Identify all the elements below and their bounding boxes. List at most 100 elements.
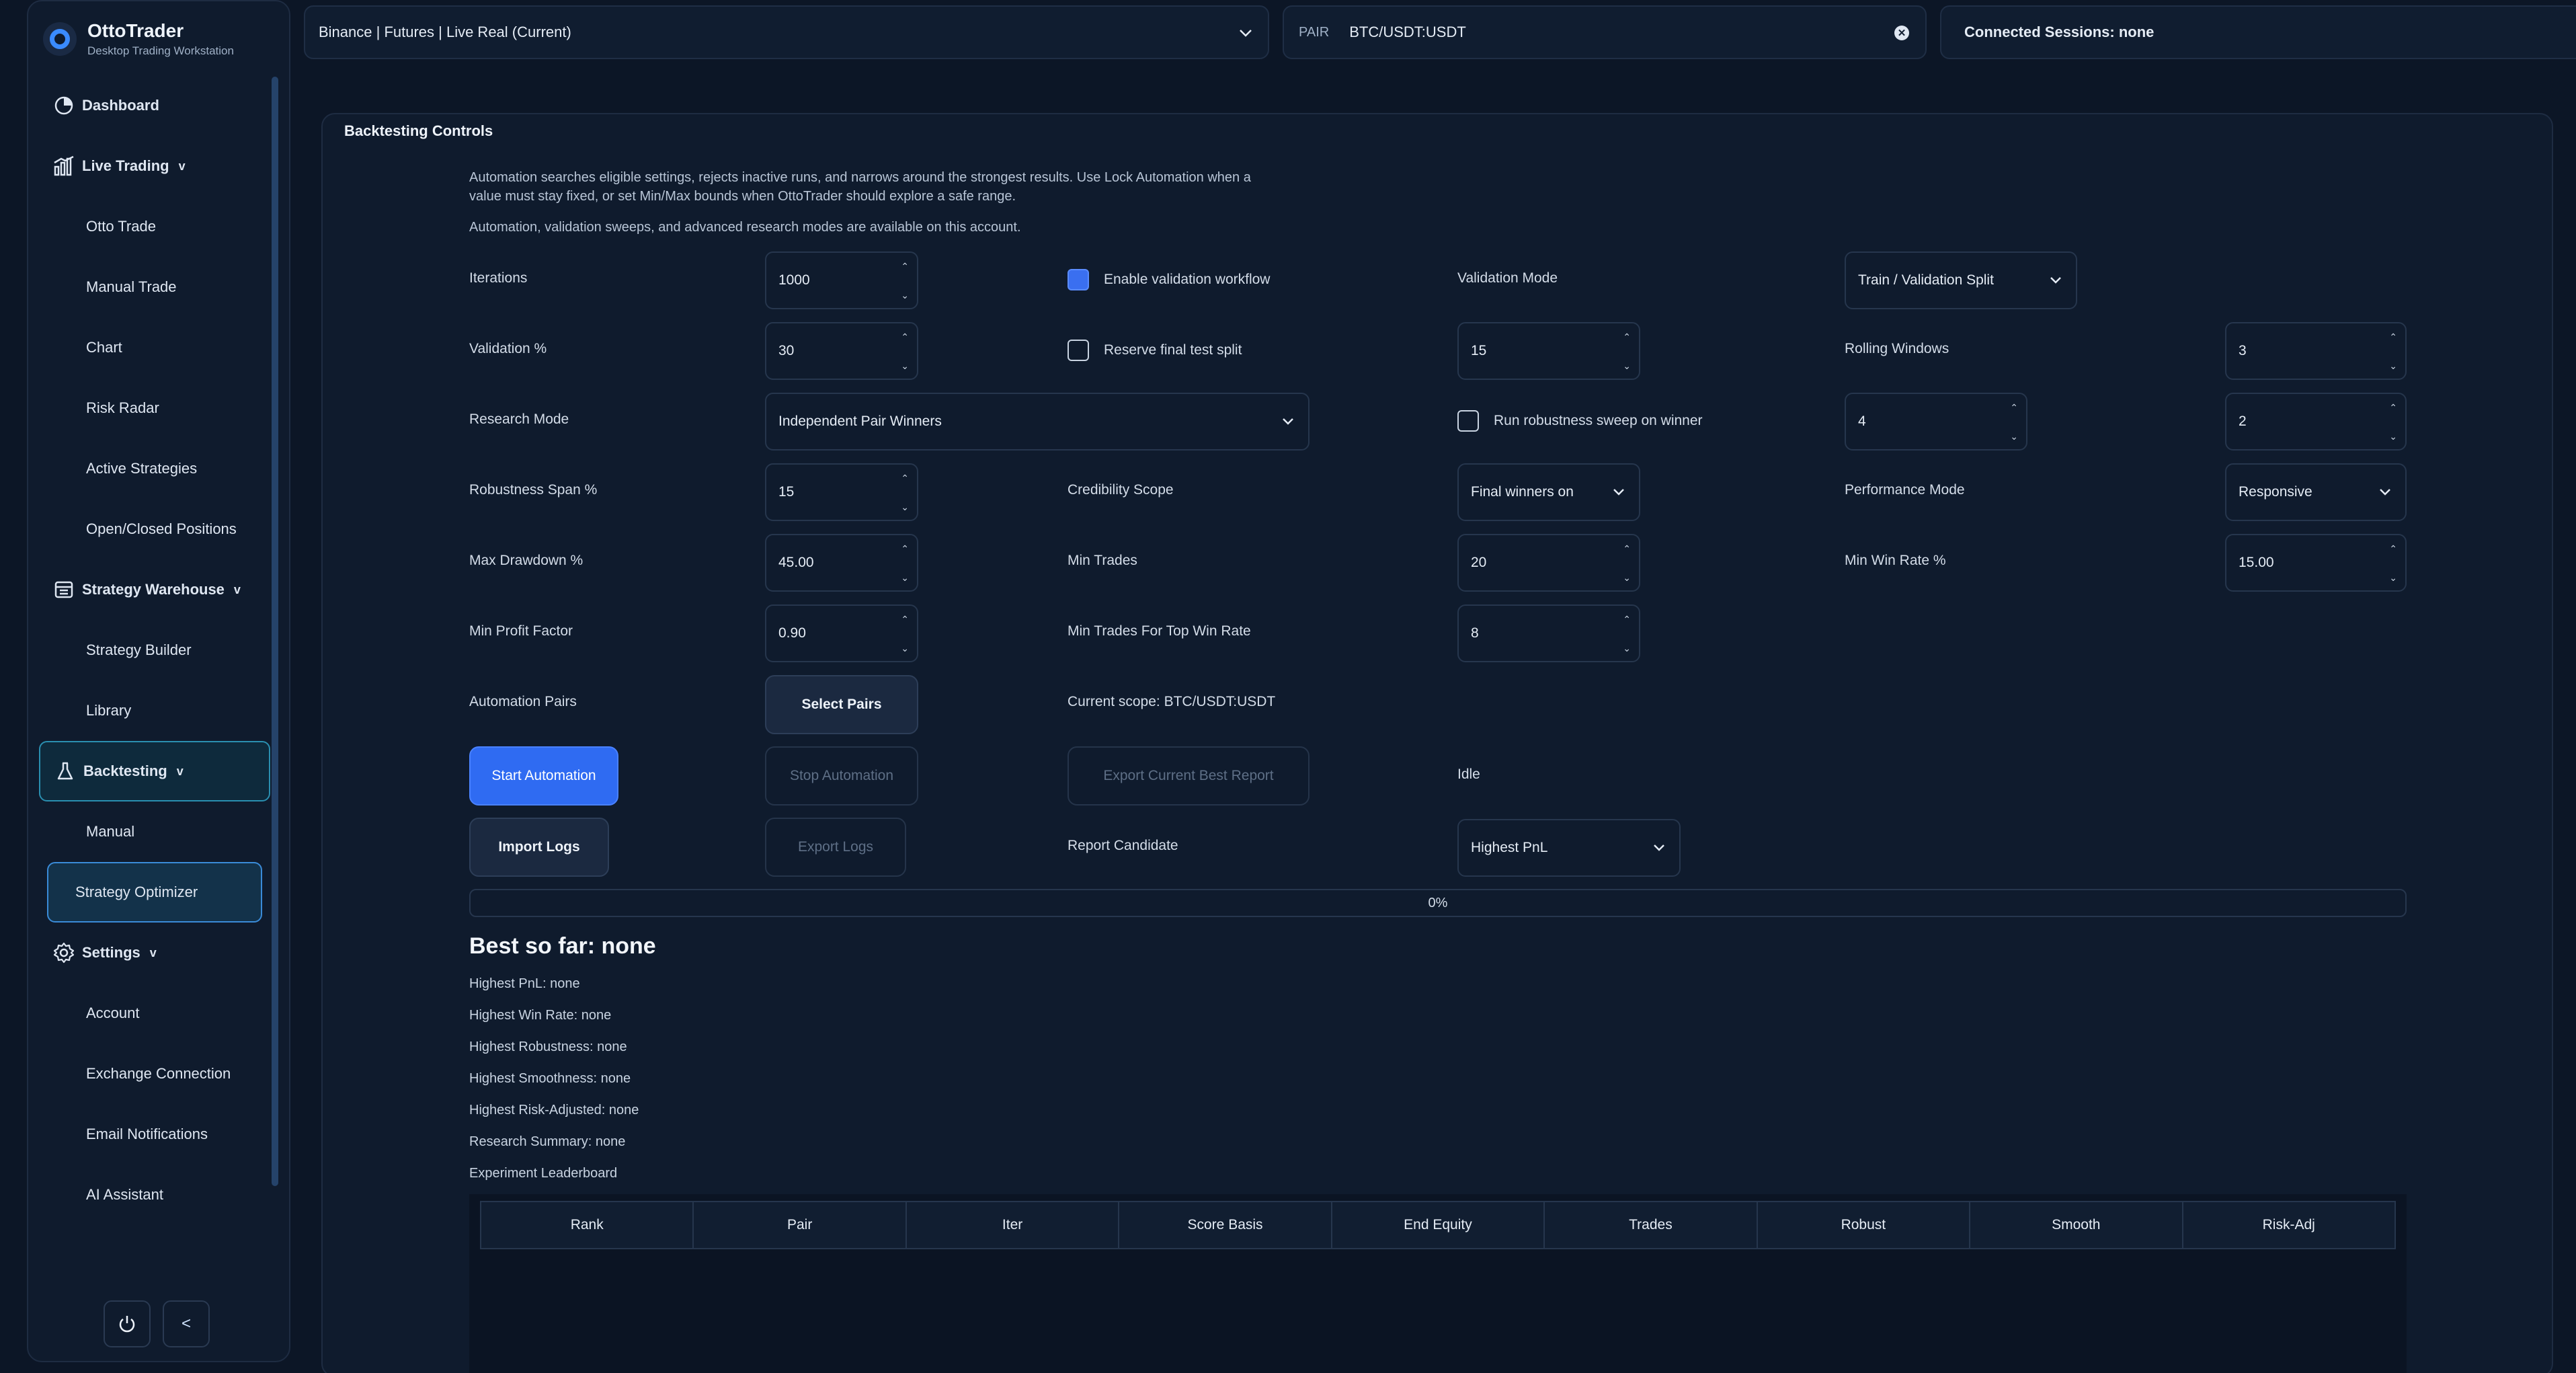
max-drawdown-value: 45.00: [778, 555, 814, 570]
iterations-value: 1000: [778, 272, 810, 288]
sidebar-item-positions[interactable]: Open/Closed Positions: [39, 499, 270, 559]
sweep-steps-input[interactable]: 4 ⌃ ⌄: [1845, 393, 2027, 450]
performance-mode-label: Performance Mode: [1845, 482, 1965, 498]
robustness-span-value: 15: [778, 484, 795, 500]
select-pairs-button[interactable]: Select Pairs: [765, 675, 918, 734]
stat-highest-risk-adjusted: Highest Risk-Adjusted: none: [469, 1103, 639, 1117]
sidebar-group-label: Backtesting: [83, 762, 167, 779]
sidebar-group-live-trading[interactable]: Live Trading v: [39, 136, 270, 196]
export-best-report-button[interactable]: Export Current Best Report: [1068, 746, 1310, 806]
chevron-down-icon: [1654, 845, 1664, 851]
validation-mode-select[interactable]: Train / Validation Split: [1845, 251, 2077, 309]
validation-pct-label: Validation %: [469, 341, 547, 356]
sidebar-item-risk-radar[interactable]: Risk Radar: [39, 378, 270, 438]
collapse-sidebar-button[interactable]: <: [163, 1300, 210, 1347]
progress-text: 0%: [1428, 895, 1448, 910]
start-automation-button[interactable]: Start Automation: [469, 746, 618, 806]
sidebar-item-active-strategies[interactable]: Active Strategies: [39, 438, 270, 499]
select-value: Train / Validation Split: [1858, 272, 1994, 288]
stepper-icon[interactable]: ⌃ ⌄: [901, 614, 909, 654]
rolling-windows-input[interactable]: 3 ⌃ ⌄: [2225, 322, 2407, 380]
import-logs-button[interactable]: Import Logs: [469, 818, 609, 877]
stepper-icon[interactable]: ⌃ ⌄: [2389, 402, 2397, 442]
power-button[interactable]: [104, 1300, 151, 1347]
credibility-scope-select[interactable]: Final winners on: [1457, 463, 1640, 521]
sidebar-item-account[interactable]: Account: [39, 983, 270, 1044]
column-header-score-basis[interactable]: Score Basis: [1119, 1202, 1332, 1248]
enable-validation-checkbox[interactable]: Enable validation workflow: [1068, 269, 1270, 290]
min-profit-factor-label: Min Profit Factor: [469, 623, 573, 639]
sidebar-footer: <: [104, 1300, 210, 1347]
column-header-trades[interactable]: Trades: [1545, 1202, 1758, 1248]
validation-pct-input[interactable]: 30 ⌃ ⌄: [765, 322, 918, 380]
automation-progress-bar: 0%: [469, 889, 2407, 917]
report-candidate-select[interactable]: Highest PnL: [1457, 819, 1681, 877]
logo-icon: [43, 22, 77, 56]
sidebar-scrollbar[interactable]: [272, 77, 278, 1186]
performance-mode-select[interactable]: Responsive: [2225, 463, 2407, 521]
sidebar-group-backtesting[interactable]: Backtesting v: [39, 741, 270, 801]
stepper-icon[interactable]: ⌃ ⌄: [901, 473, 909, 513]
stop-automation-button[interactable]: Stop Automation: [765, 746, 918, 806]
stepper-icon[interactable]: ⌃ ⌄: [1623, 614, 1631, 654]
column-header-end-equity[interactable]: End Equity: [1332, 1202, 1545, 1248]
exchange-value: Binance | Futures | Live Real (Current): [319, 24, 571, 40]
automation-status: Idle: [1457, 767, 1480, 782]
leaderboard-heading: Experiment Leaderboard: [469, 1166, 618, 1181]
min-trades-top-input[interactable]: 8 ⌃ ⌄: [1457, 604, 1640, 662]
stepper-icon[interactable]: ⌃ ⌄: [901, 331, 909, 372]
robustness-span-input[interactable]: 15 ⌃ ⌄: [765, 463, 918, 521]
research-mode-select[interactable]: Independent Pair Winners: [765, 393, 1310, 450]
stepper-icon[interactable]: ⌃ ⌄: [1623, 331, 1631, 372]
sweep-depth-input[interactable]: 2 ⌃ ⌄: [2225, 393, 2407, 450]
leaderboard-table: Rank Pair Iter Score Basis End Equity Tr…: [469, 1194, 2407, 1373]
sidebar-item-exchange-connection[interactable]: Exchange Connection: [39, 1044, 270, 1104]
clear-icon[interactable]: ✕: [1894, 26, 1909, 40]
sidebar-item-dashboard[interactable]: Dashboard: [39, 75, 270, 136]
flask-icon: [54, 760, 77, 783]
sidebar-group-settings[interactable]: Settings v: [39, 923, 270, 983]
sidebar-item-strategy-builder[interactable]: Strategy Builder: [39, 620, 270, 680]
max-drawdown-input[interactable]: 45.00 ⌃ ⌄: [765, 534, 918, 592]
column-header-iter[interactable]: Iter: [907, 1202, 1120, 1248]
robustness-sweep-checkbox[interactable]: Run robustness sweep on winner: [1457, 410, 1703, 432]
min-win-rate-input[interactable]: 15.00 ⌃ ⌄: [2225, 534, 2407, 592]
stepper-icon[interactable]: ⌃ ⌄: [2389, 331, 2397, 372]
sidebar-item-chart[interactable]: Chart: [39, 317, 270, 378]
column-header-smooth[interactable]: Smooth: [1970, 1202, 2183, 1248]
sidebar-item-email-notifications[interactable]: Email Notifications: [39, 1104, 270, 1165]
bar-chart-icon: [52, 155, 75, 178]
sidebar-item-manual-trade[interactable]: Manual Trade: [39, 257, 270, 317]
stepper-icon[interactable]: ⌃ ⌄: [1623, 543, 1631, 584]
exchange-select[interactable]: Binance | Futures | Live Real (Current): [304, 5, 1269, 59]
stepper-icon[interactable]: ⌃ ⌄: [901, 543, 909, 584]
sidebar-item-strategy-optimizer[interactable]: Strategy Optimizer: [47, 862, 262, 923]
brand: OttoTrader Desktop Trading Workstation: [43, 16, 234, 62]
column-header-risk-adj[interactable]: Risk-Adj: [2183, 1202, 2394, 1248]
sidebar-item-manual[interactable]: Manual: [39, 801, 270, 862]
export-logs-button[interactable]: Export Logs: [765, 818, 906, 877]
min-profit-factor-input[interactable]: 0.90 ⌃ ⌄: [765, 604, 918, 662]
stat-highest-smoothness: Highest Smoothness: none: [469, 1071, 631, 1086]
select-value: Final winners on: [1471, 484, 1574, 500]
stepper-icon[interactable]: ⌃ ⌄: [2010, 402, 2018, 442]
column-header-pair[interactable]: Pair: [694, 1202, 907, 1248]
iterations-input[interactable]: 1000 ⌃ ⌄: [765, 251, 918, 309]
reserve-split-input[interactable]: 15 ⌃ ⌄: [1457, 322, 1640, 380]
stat-research-summary: Research Summary: none: [469, 1134, 626, 1149]
min-trades-top-value: 8: [1471, 625, 1479, 641]
sidebar-item-ai-assistant[interactable]: AI Assistant: [39, 1165, 270, 1225]
pair-selector[interactable]: PAIR BTC/USDT:USDT ✕: [1283, 5, 1927, 59]
column-header-rank[interactable]: Rank: [481, 1202, 694, 1248]
min-trades-input[interactable]: 20 ⌃ ⌄: [1457, 534, 1640, 592]
stepper-icon[interactable]: ⌃ ⌄: [901, 261, 909, 301]
sidebar-item-otto-trade[interactable]: Otto Trade: [39, 196, 270, 257]
sidebar-group-strategy-warehouse[interactable]: Strategy Warehouse v: [39, 559, 270, 620]
app-window: OttoTrader Desktop Trading Workstation D…: [0, 0, 2576, 1373]
sidebar-item-library[interactable]: Library: [39, 680, 270, 741]
column-header-robust[interactable]: Robust: [1758, 1202, 1971, 1248]
reserve-test-checkbox[interactable]: Reserve final test split: [1068, 340, 1242, 361]
credibility-scope-label: Credibility Scope: [1068, 482, 1174, 498]
stepper-icon[interactable]: ⌃ ⌄: [2389, 543, 2397, 584]
chevron-down-icon: v: [176, 764, 184, 778]
